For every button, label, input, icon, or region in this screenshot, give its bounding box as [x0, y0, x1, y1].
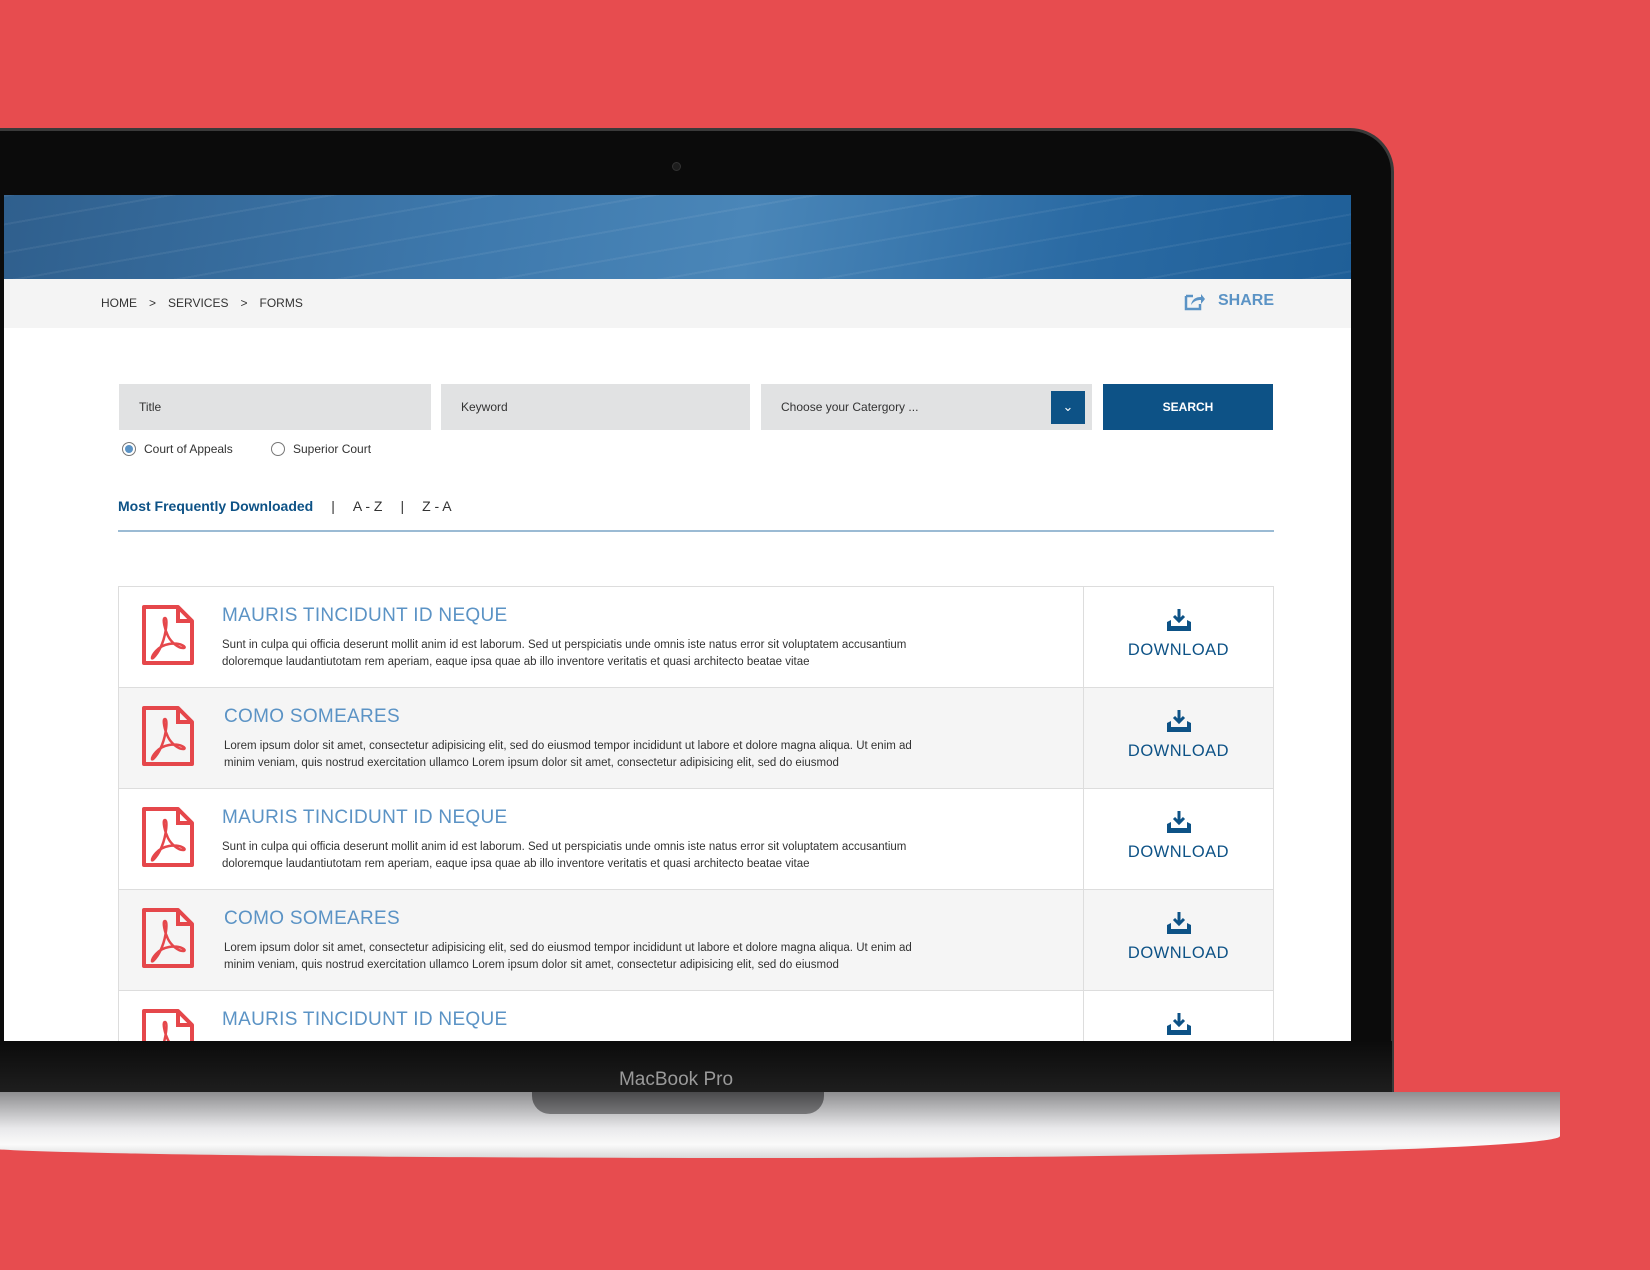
radio-court-of-appeals[interactable]: Court of Appeals	[122, 442, 233, 456]
form-info: MAURIS TINCIDUNT ID NEQUE Sunt in culpa …	[119, 587, 1084, 687]
keyword-input[interactable]: Keyword	[441, 384, 750, 430]
chevron-down-icon[interactable]: ⌄	[1051, 391, 1085, 424]
form-info: COMO SOMEARES Lorem ipsum dolor sit amet…	[119, 688, 1084, 788]
form-info: MAURIS TINCIDUNT ID NEQUE	[119, 991, 1084, 1041]
form-title[interactable]: COMO SOMEARES	[224, 908, 400, 930]
camera	[672, 162, 681, 171]
header-banner	[4, 195, 1351, 279]
download-button[interactable]: DOWNLOAD	[1084, 587, 1273, 687]
tab-z-a[interactable]: Z - A	[422, 498, 452, 514]
download-label: DOWNLOAD	[1127, 641, 1230, 659]
download-icon	[1166, 811, 1191, 833]
form-row: MAURIS TINCIDUNT ID NEQUE Sunt in culpa …	[118, 788, 1274, 889]
device-label: MacBook Pro	[618, 1069, 734, 1090]
breadcrumb-forms: FORMS	[259, 296, 303, 310]
laptop-notch	[532, 1092, 824, 1114]
breadcrumb-services[interactable]: SERVICES	[168, 296, 228, 310]
search-button[interactable]: SEARCH	[1103, 384, 1273, 430]
download-label: DOWNLOAD	[1127, 742, 1230, 760]
radio-unchecked-icon	[271, 442, 285, 456]
form-title[interactable]: COMO SOMEARES	[224, 706, 400, 728]
breadcrumb-separator: >	[240, 296, 248, 310]
form-description: Sunt in culpa qui officia deserunt molli…	[222, 841, 907, 870]
download-icon	[1166, 609, 1191, 631]
form-title[interactable]: MAURIS TINCIDUNT ID NEQUE	[222, 605, 508, 627]
form-description: Lorem ipsum dolor sit amet, consectetur …	[224, 740, 912, 769]
pdf-icon	[142, 605, 194, 665]
download-label: DOWNLOAD	[1127, 944, 1230, 962]
forms-list: MAURIS TINCIDUNT ID NEQUE Sunt in culpa …	[118, 586, 1274, 1041]
form-row: COMO SOMEARES Lorem ipsum dolor sit amet…	[118, 687, 1274, 788]
tab-separator: |	[331, 498, 335, 514]
radio-checked-icon	[122, 442, 136, 456]
breadcrumb-bar: HOME > SERVICES > FORMS SHARE	[4, 279, 1351, 328]
download-icon	[1166, 912, 1191, 934]
pdf-icon	[142, 1009, 194, 1041]
form-description: Lorem ipsum dolor sit amet, consectetur …	[224, 942, 912, 971]
radio-label: Court of Appeals	[144, 442, 233, 456]
form-row: MAURIS TINCIDUNT ID NEQUE	[118, 990, 1274, 1041]
tab-separator: |	[400, 498, 405, 514]
tab-a-z[interactable]: A - Z	[353, 498, 383, 514]
form-info: MAURIS TINCIDUNT ID NEQUE Sunt in culpa …	[119, 789, 1084, 889]
radio-superior-court[interactable]: Superior Court	[271, 442, 371, 456]
form-row: MAURIS TINCIDUNT ID NEQUE Sunt in culpa …	[118, 586, 1274, 687]
share-button[interactable]: SHARE	[1184, 291, 1274, 311]
share-label: SHARE	[1218, 292, 1275, 309]
breadcrumb: HOME > SERVICES > FORMS	[101, 296, 303, 310]
download-icon	[1166, 1013, 1191, 1035]
form-row: COMO SOMEARES Lorem ipsum dolor sit amet…	[118, 889, 1274, 990]
form-title[interactable]: MAURIS TINCIDUNT ID NEQUE	[222, 1009, 508, 1031]
radio-label: Superior Court	[293, 442, 372, 456]
breadcrumb-separator: >	[149, 296, 157, 310]
download-button[interactable]: DOWNLOAD	[1084, 688, 1273, 788]
download-button[interactable]: DOWNLOAD	[1084, 890, 1273, 990]
category-select[interactable]: Choose your Catergory ... ⌄	[761, 384, 1092, 430]
download-button[interactable]	[1084, 991, 1273, 1041]
download-button[interactable]: DOWNLOAD	[1084, 789, 1273, 889]
breadcrumb-home[interactable]: HOME	[101, 296, 137, 310]
download-icon	[1166, 710, 1191, 732]
share-icon	[1184, 294, 1205, 311]
sort-tabs: Most Frequently Downloaded | A - Z | Z -…	[118, 498, 452, 514]
tabs-underline	[118, 530, 1274, 532]
pdf-icon	[142, 807, 194, 867]
form-description: Sunt in culpa qui officia deserunt molli…	[222, 639, 907, 668]
pdf-icon	[142, 706, 194, 766]
pdf-icon	[142, 908, 194, 968]
category-placeholder: Choose your Catergory ...	[781, 400, 919, 414]
form-title[interactable]: MAURIS TINCIDUNT ID NEQUE	[222, 807, 508, 829]
tab-most-downloaded[interactable]: Most Frequently Downloaded	[118, 498, 313, 514]
form-info: COMO SOMEARES Lorem ipsum dolor sit amet…	[119, 890, 1084, 990]
title-input[interactable]: Title	[119, 384, 431, 430]
download-label: DOWNLOAD	[1127, 843, 1230, 861]
screen: HOME > SERVICES > FORMS SHARE Title Keyw…	[4, 195, 1351, 1041]
